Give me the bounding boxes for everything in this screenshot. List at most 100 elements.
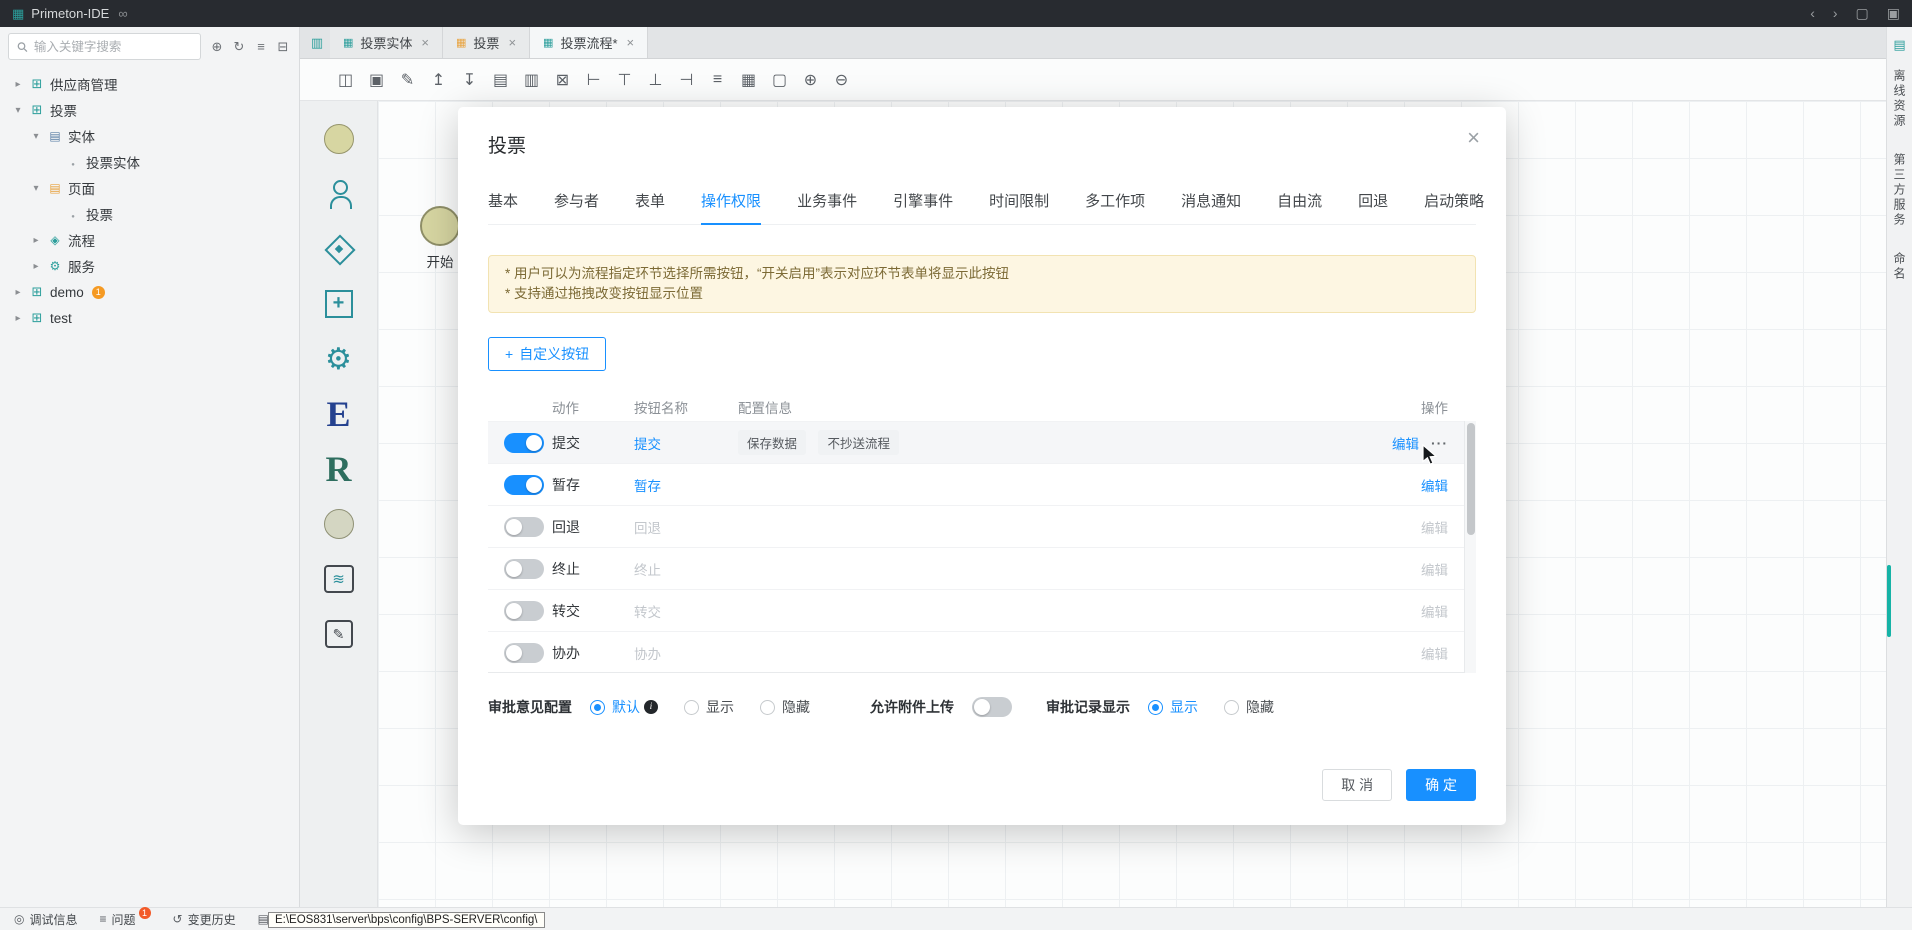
state-node-icon[interactable]: [318, 506, 360, 542]
caret-icon[interactable]: [30, 183, 42, 194]
dialog-tab[interactable]: 引擎事件: [893, 190, 953, 224]
toggle-switch[interactable]: [504, 475, 544, 495]
window-restore-icon[interactable]: ▢: [1856, 5, 1869, 22]
tree-item[interactable]: demo 1: [0, 279, 299, 305]
status-bar-item[interactable]: ◎ 调试信息: [14, 911, 78, 928]
button-name-link[interactable]: 转交: [634, 601, 738, 621]
copy-icon[interactable]: ◫: [330, 70, 361, 90]
nav-forward-icon[interactable]: ›: [1833, 5, 1838, 22]
edit-link[interactable]: 编辑: [1421, 517, 1448, 537]
align-middle-icon[interactable]: ≡: [702, 71, 733, 89]
tree-item[interactable]: 流程: [0, 227, 299, 253]
start-node-icon[interactable]: [318, 121, 360, 157]
radio-option[interactable]: 显示: [1148, 697, 1198, 717]
edit-link[interactable]: 编辑: [1421, 643, 1448, 663]
radio-option[interactable]: 隐藏: [760, 697, 810, 717]
nav-back-icon[interactable]: ‹: [1810, 5, 1815, 22]
dialog-tab[interactable]: 业务事件: [797, 190, 857, 224]
link-icon[interactable]: ∞: [118, 6, 127, 21]
entity-icon[interactable]: E: [318, 396, 360, 432]
dialog-tab[interactable]: 自由流: [1277, 190, 1322, 224]
dialog-tab[interactable]: 操作权限: [701, 190, 761, 224]
documents-icon[interactable]: ▥: [516, 70, 547, 90]
align-left-icon[interactable]: ⊢: [578, 70, 609, 90]
tree-item[interactable]: 实体: [0, 123, 299, 149]
dialog-tab[interactable]: 基本: [488, 190, 518, 224]
tree-item[interactable]: 服务: [0, 253, 299, 279]
cancel-button[interactable]: 取 消: [1322, 769, 1392, 801]
radio-option[interactable]: 隐藏: [1224, 697, 1274, 717]
close-tab-icon[interactable]: ×: [508, 35, 516, 50]
table-scrollbar[interactable]: [1464, 421, 1476, 673]
participant-icon[interactable]: [318, 176, 360, 212]
close-tab-icon[interactable]: ×: [421, 35, 429, 50]
attachment-toggle-switch[interactable]: [972, 697, 1012, 717]
radio-icon[interactable]: [760, 700, 775, 715]
locate-icon[interactable]: ⊕: [209, 39, 225, 55]
sort-icon[interactable]: ≡: [253, 39, 269, 55]
tree-item[interactable]: 页面: [0, 175, 299, 201]
paste-icon[interactable]: ▣: [361, 70, 392, 90]
edit-link[interactable]: 编辑: [1421, 601, 1448, 621]
radio-icon[interactable]: [590, 700, 605, 715]
toggle-switch[interactable]: [504, 643, 544, 663]
export-icon[interactable]: ↥: [423, 70, 454, 90]
add-custom-button[interactable]: + 自定义按钮: [488, 337, 606, 371]
align-top-icon[interactable]: ⊤: [609, 70, 640, 90]
status-bar-item[interactable]: ↺ 变更历史: [173, 911, 236, 928]
edit-link[interactable]: 编辑: [1421, 475, 1448, 495]
tree-item[interactable]: 投票: [0, 97, 299, 123]
toggle-switch[interactable]: [504, 517, 544, 537]
edit-link[interactable]: 编辑: [1421, 559, 1448, 579]
toggle-switch[interactable]: [504, 559, 544, 579]
button-name-link[interactable]: 终止: [634, 559, 738, 579]
caret-icon[interactable]: [12, 313, 24, 324]
fit-screen-icon[interactable]: ▢: [764, 70, 795, 90]
caret-icon[interactable]: [12, 287, 24, 298]
caret-icon[interactable]: [12, 105, 24, 116]
dialog-tab[interactable]: 时间限制: [989, 190, 1049, 224]
align-bottom-icon[interactable]: ⊥: [640, 70, 671, 90]
dialog-tab[interactable]: 参与者: [554, 190, 599, 224]
button-name-link[interactable]: 协办: [634, 643, 738, 663]
right-panel-tab[interactable]: 命名: [1891, 252, 1908, 282]
edit-icon[interactable]: ✎: [392, 70, 423, 90]
dialog-tab[interactable]: 回退: [1358, 190, 1388, 224]
rule-icon[interactable]: R: [318, 451, 360, 487]
edit-link[interactable]: 编辑: [1392, 433, 1419, 453]
right-panel-icon[interactable]: ▤: [1893, 37, 1905, 53]
grid-icon[interactable]: ▦: [733, 70, 764, 90]
tree-item[interactable]: 投票实体: [0, 149, 299, 175]
dialog-tab[interactable]: 多工作项: [1085, 190, 1145, 224]
button-name-link[interactable]: 回退: [634, 517, 738, 537]
align-right-icon[interactable]: ⊣: [671, 70, 702, 90]
subprocess-icon[interactable]: [318, 286, 360, 322]
start-node[interactable]: [420, 206, 460, 246]
editor-tab[interactable]: ▦ 投票实体 ×: [330, 27, 443, 58]
caret-icon[interactable]: [30, 235, 42, 246]
collapse-all-icon[interactable]: ⊟: [275, 39, 291, 55]
editor-tab[interactable]: ▦ 投票 ×: [443, 27, 530, 58]
note-icon[interactable]: ✎: [318, 616, 360, 652]
caret-icon[interactable]: [30, 261, 42, 272]
scrollbar-thumb[interactable]: [1467, 423, 1475, 535]
button-name-link[interactable]: 提交: [634, 433, 738, 453]
radio-icon[interactable]: [1148, 700, 1163, 715]
search-input[interactable]: [34, 40, 192, 54]
toggle-switch[interactable]: [504, 433, 544, 453]
caret-icon[interactable]: [12, 79, 24, 90]
right-panel-tab[interactable]: 离线资源: [1891, 69, 1908, 129]
ok-button[interactable]: 确 定: [1406, 769, 1476, 801]
caret-icon[interactable]: [30, 131, 42, 142]
radio-option[interactable]: 默认: [590, 697, 658, 717]
zoom-out-icon[interactable]: ⊖: [826, 70, 857, 90]
zoom-in-icon[interactable]: ⊕: [795, 70, 826, 90]
import-icon[interactable]: ↧: [454, 70, 485, 90]
tree-item[interactable]: 供应商管理: [0, 71, 299, 97]
refresh-icon[interactable]: ↻: [231, 39, 247, 55]
radio-option[interactable]: 显示: [684, 697, 734, 717]
radio-icon[interactable]: [684, 700, 699, 715]
panel-toggle-icon[interactable]: ▥: [304, 27, 330, 58]
delete-icon[interactable]: ⊠: [547, 70, 578, 90]
right-panel-tab[interactable]: 第三方服务: [1891, 153, 1908, 228]
